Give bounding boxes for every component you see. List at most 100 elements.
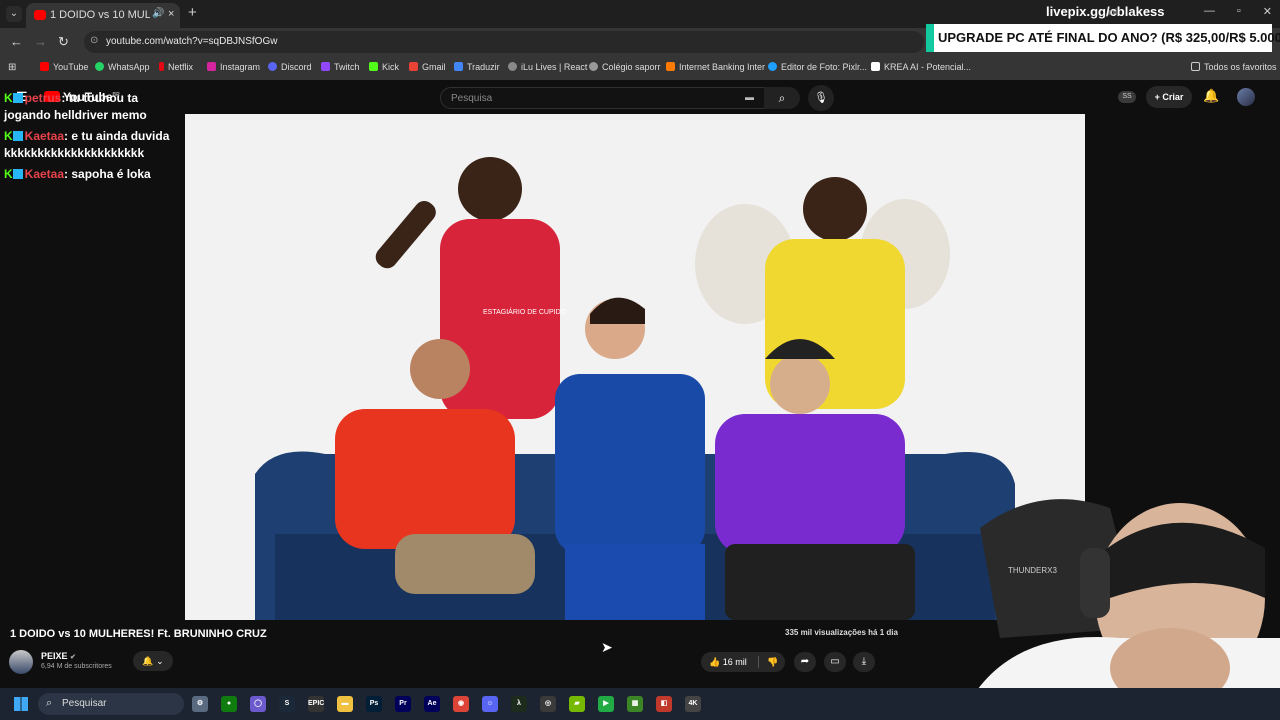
save-button[interactable]: ▭ [824,652,846,672]
chat-username: petrus [24,91,62,105]
bookmark-discord[interactable]: Discord [268,62,312,72]
twitch-badge-icon [12,131,23,141]
globe-icon [508,62,517,71]
netflix-icon [159,62,164,71]
steam-app-icon[interactable]: S [279,696,295,712]
photoshop-app-icon[interactable]: Ps [366,696,382,712]
app-lambda-icon[interactable]: λ [511,696,527,712]
channel-name[interactable]: PEIXE ✔ [41,651,76,661]
bookmark-traduzir[interactable]: Traduzir [454,62,500,72]
bookmark-krea[interactable]: KREA AI - Potencial... [871,62,971,72]
bookmark-gmail[interactable]: Gmail [409,62,446,72]
forward-arrow-icon[interactable]: → [34,34,47,49]
settings-app-icon[interactable]: ⚙ [192,696,208,712]
site-info-icon[interactable]: ⊙ [90,35,98,46]
bookmark-label: Colégio saporr [602,62,661,72]
browser-tab[interactable]: 1 DOIDO vs 10 MULHERES! 🔊 × [26,3,180,28]
bookmark-netflix[interactable]: Netflix [159,62,193,72]
bookmark-youtube[interactable]: YouTube [40,62,88,72]
bookmark-colegio[interactable]: Colégio saporr [589,62,661,72]
bookmark-label: KREA AI - Potencial... [884,62,972,72]
share-button[interactable]: ➦ [794,652,816,672]
bookmark-label: YouTube [53,62,89,72]
taskbar-search-input[interactable]: ⌕ Pesquisar [38,693,184,715]
folder-app-icon[interactable]: ▬ [337,696,353,712]
streamer-webcam: THUNDERX3 [870,488,1280,720]
bookmark-instagram[interactable]: Instagram [207,62,260,72]
maximize-button[interactable]: ▫ [1237,5,1241,18]
channel-name-text: PEIXE [41,651,68,661]
thumbs-down-icon[interactable]: 👎 [767,652,778,672]
verified-icon: ✔ [70,654,76,661]
bookmark-icon: ▭ [830,656,840,667]
stream-app-icon[interactable]: ▶ [598,696,614,712]
bookmark-label: iLu Lives | React [521,62,588,72]
bookmark-ilu-lives[interactable]: iLu Lives | React [508,62,587,72]
download-icon: ⤓ [861,656,867,667]
epic-app-icon[interactable]: EPIC [308,696,324,712]
chrome-app-icon[interactable]: ◉ [453,696,469,712]
share-icon: ➦ [800,656,810,667]
bookmark-pixlr[interactable]: Editor de Foto: Pixlr... [768,62,867,72]
kick-icon: K [4,167,13,181]
bookmarks-bar: ⊞ YouTube WhatsApp Netflix Instagram Dis… [0,56,1280,80]
bookmark-label: Gmail [422,62,446,72]
bookmark-kick[interactable]: Kick [369,62,399,72]
close-window-button[interactable]: ✕ [1263,5,1272,18]
like-button[interactable]: 👍 16 mil 👎 [701,652,785,672]
channel-avatar[interactable] [9,650,33,674]
inter-icon [666,62,675,71]
apps-grid-icon[interactable]: ⊞ [8,62,16,73]
tab-search-button[interactable]: ⌄ [6,6,22,22]
bookmark-label: Netflix [168,62,194,72]
app-circle-icon[interactable]: ◯ [250,696,266,712]
subscription-bell-button[interactable]: 🔔 ⌄ [133,651,173,671]
discord-app-icon[interactable]: ☺ [482,696,498,712]
speaker-icon[interactable]: 🔊 [152,8,164,19]
gmail-icon [409,62,418,71]
twitch-badge-icon [12,169,23,179]
bookmark-whatsapp[interactable]: WhatsApp [95,62,150,72]
all-bookmarks-folder[interactable]: Todos os favoritos [1191,62,1277,72]
stream-chat-overlay: Kpetrus: tu touhou ta jogando helldriver… [0,90,184,187]
account-avatar[interactable] [1237,88,1255,106]
premiere-app-icon[interactable]: Pr [395,696,411,712]
minimize-button[interactable]: — [1204,5,1215,18]
bookmark-inter[interactable]: Internet Banking Inter [666,62,765,72]
discord-icon [268,62,277,71]
minecraft-app-icon[interactable]: ▦ [627,696,643,712]
tab-close-button[interactable]: × [168,8,174,20]
app-red-icon[interactable]: ◧ [656,696,672,712]
shirt-print: ESTAGIÁRIO DE CUPIDO [483,307,567,316]
aftereffects-app-icon[interactable]: Ae [424,696,440,712]
obs-app-icon[interactable]: ◎ [540,696,556,712]
tab-title: 1 DOIDO vs 10 MULHERES! [50,9,150,21]
instagram-icon [207,62,216,71]
keyboard-icon[interactable]: ▬ [745,92,754,102]
view-count: 335 mil visualizações há 1 dia [785,628,898,637]
download-button[interactable]: ⤓ [853,652,875,672]
voice-search-button[interactable]: 🎙 [808,85,834,111]
thumbs-up-icon: 👍 [709,657,721,667]
bookmark-label: WhatsApp [108,62,150,72]
new-tab-button[interactable]: + [188,4,197,21]
pixlr-icon [768,62,777,71]
reload-icon[interactable]: ↻ [58,34,69,50]
kick-icon: K [4,91,13,105]
url-input[interactable]: ⊙ youtube.com/watch?v=sqDBJNSfOGw [84,31,924,53]
chevron-down-icon: ⌄ [156,656,164,666]
notifications-bell-icon[interactable]: 🔔 [1203,88,1219,104]
twitch-badge-icon [12,93,23,103]
youtube-icon [40,62,49,71]
app-4k-icon[interactable]: 4K [685,696,701,712]
overlay-livepix-user: livepix.gg/cblakess [1046,4,1165,19]
back-arrow-icon[interactable]: ← [10,34,23,49]
windows-start-icon[interactable] [14,697,28,711]
xbox-app-icon[interactable]: ● [221,696,237,712]
search-button[interactable]: ⌕ [764,87,800,109]
search-input[interactable]: Pesquisa ▬ [440,87,765,109]
bookmark-twitch[interactable]: Twitch [321,62,360,72]
nvidia-app-icon[interactable]: ▰ [569,696,585,712]
create-button[interactable]: + Criar [1146,86,1192,108]
windows-taskbar: ⌕ Pesquisar ⚙ ● ◯ S EPIC ▬ Ps Pr Ae ◉ ☺ λ ◎ ▰ ▶ ▦ ◧ 4K [0,688,1280,720]
